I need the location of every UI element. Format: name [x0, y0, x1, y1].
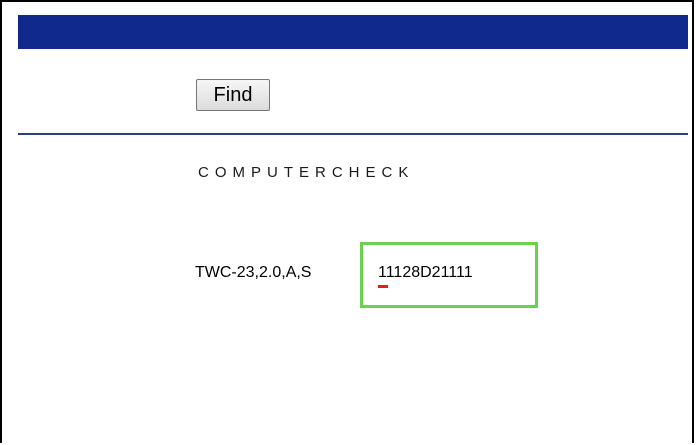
section-divider [18, 133, 688, 135]
code-value: 11128D21111 [378, 264, 473, 281]
find-button[interactable]: Find [196, 79, 270, 111]
page-frame: Find COMPUTERCHECK TWC-23,2.0,A,S 11128D… [0, 0, 694, 443]
header-bar [18, 15, 688, 49]
spellcheck-underline [378, 285, 388, 288]
spec-label: TWC-23,2.0,A,S [195, 264, 312, 281]
brand-title: COMPUTERCHECK [198, 164, 415, 181]
